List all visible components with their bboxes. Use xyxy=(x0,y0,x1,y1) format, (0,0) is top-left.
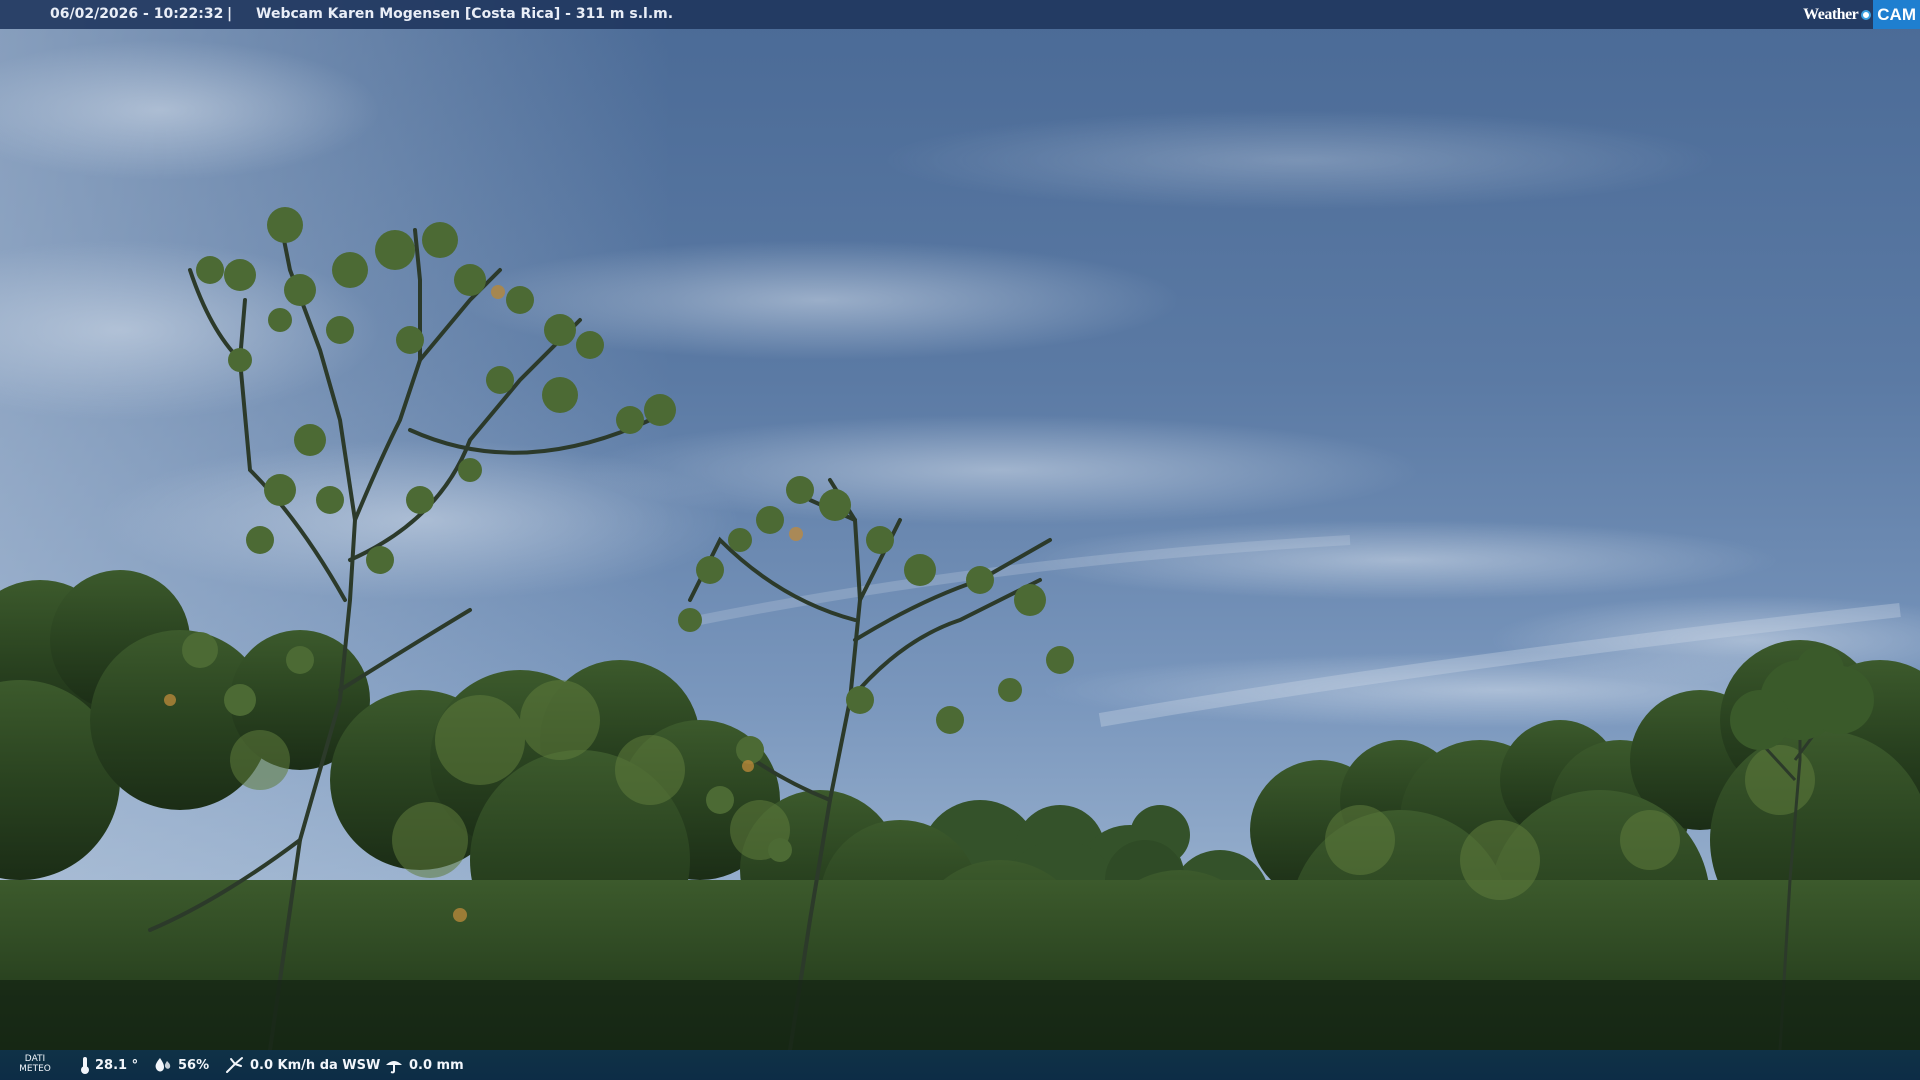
wind-icon xyxy=(226,1057,243,1073)
capture-datetime: 06/02/2026 - 10:22:32 xyxy=(50,6,224,22)
weather-data-label: DATI METEO xyxy=(19,1054,51,1074)
temperature-reading: 28.1 ° xyxy=(80,1050,138,1080)
webcam-frame: 06/02/2026 - 10:22:32 | Webcam Karen Mog… xyxy=(0,0,1920,1080)
caption-bar: 06/02/2026 - 10:22:32 | Webcam Karen Mog… xyxy=(0,0,1920,29)
humidity-value: 56% xyxy=(178,1057,210,1073)
humidity-icon xyxy=(155,1058,171,1072)
humidity-reading: 56% xyxy=(153,1050,209,1080)
weathercam-logo: Weather CAM xyxy=(1803,0,1920,29)
temperature-value: 28.1 ° xyxy=(95,1057,139,1073)
webcam-scene xyxy=(0,0,1920,1080)
caption-separator: | xyxy=(227,6,233,22)
rain-gauge-icon xyxy=(386,1061,402,1074)
thermometer-icon xyxy=(81,1057,89,1074)
globe-dot-icon xyxy=(1861,9,1872,20)
logo-cam-text: CAM xyxy=(1873,0,1920,29)
logo-weather-text: Weather xyxy=(1803,6,1859,23)
webcam-caption: Webcam Karen Mogensen [Costa Rica] - 311… xyxy=(256,6,674,22)
rain-value: 0.0 mm xyxy=(409,1057,464,1073)
rain-reading: 0.0 mm xyxy=(384,1050,464,1080)
wind-value: 0.0 Km/h da WSW xyxy=(250,1057,381,1073)
wind-reading: 0.0 Km/h da WSW xyxy=(225,1050,380,1080)
weather-data-bar: DATI METEO 28.1 ° 56% 0.0 Km/h da WSW 0.… xyxy=(0,1050,1920,1080)
